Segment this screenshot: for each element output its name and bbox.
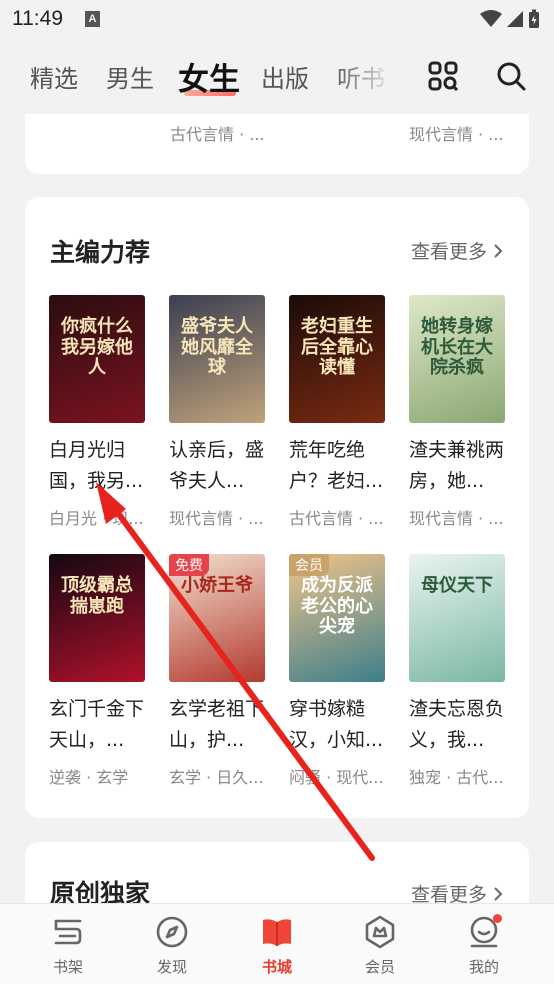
bookstore-icon <box>257 912 297 952</box>
book-tags: 古代言情 · ... <box>289 509 384 528</box>
notification-a-icon: A <box>85 11 100 27</box>
book-cover[interactable]: 成为反派老公的心尖宠 会员 <box>289 554 385 682</box>
bookshelf-icon <box>48 912 88 952</box>
cover-title-art: 母仪天下 <box>421 575 493 596</box>
cover-title-art: 小娇王爷 <box>181 575 253 596</box>
wifi-icon <box>480 10 502 27</box>
bottom-tab-bar: 书架 发现 书城 会员 我的 <box>0 903 554 984</box>
book-tags: 白月光 · 现... <box>49 509 144 528</box>
see-more-label: 查看更多 <box>410 241 487 263</box>
book-tags: 古代言情 · ... <box>170 125 265 144</box>
book-tags: 独宠 · 古代... <box>409 768 504 787</box>
book-item[interactable]: 你疯什么我另嫁他人 白月光归国，我另... 白月光 · 现... <box>49 295 145 529</box>
tab-female-label: 女生 <box>178 61 240 98</box>
cover-badge: 会员 <box>289 554 329 576</box>
vip-icon <box>360 912 400 952</box>
book-title[interactable]: 白月光归国，我另... <box>49 435 149 497</box>
previous-section-card: 古代言情 · ... 现代言情 · ... <box>25 114 529 174</box>
bottom-tab-label: 书城 <box>261 958 292 976</box>
status-icons <box>480 9 540 29</box>
status-time: 11:49 <box>12 7 63 30</box>
book-title[interactable]: 玄门千金下天山，... <box>49 694 149 756</box>
bottom-tab-vip[interactable]: 会员 <box>345 912 415 977</box>
book-tags: 现代言情 · ... <box>169 509 264 528</box>
book-item[interactable]: 小娇王爷 免费 玄学老祖下山，护... 玄学 · 日久... <box>169 554 265 788</box>
tab-male[interactable]: 男生 <box>106 38 154 114</box>
book-cover[interactable]: 小娇王爷 免费 <box>169 554 265 682</box>
bottom-tab-profile[interactable]: 我的 <box>449 912 519 977</box>
bottom-tab-discover[interactable]: 发现 <box>137 912 207 977</box>
cover-title-art: 盛爷夫人她风靡全球 <box>181 316 253 379</box>
bottom-tab-label: 会员 <box>364 958 395 976</box>
book-tags: 现代言情 · ... <box>409 509 504 528</box>
editor-recommend-card: 主编力荐 查看更多 你疯什么我另嫁他人 白月光归国，我另... 白月光 · 现...… <box>25 197 529 818</box>
compass-icon <box>152 912 192 952</box>
top-category-nav: 精选 男生 女生 出版 听书 <box>0 38 554 114</box>
book-cover[interactable]: 她转身嫁机长在大院杀疯 <box>409 295 505 423</box>
section-title: 主编力荐 <box>50 238 151 267</box>
battery-icon <box>529 9 539 28</box>
tab-female[interactable]: 女生 <box>178 38 240 114</box>
book-item[interactable]: 盛爷夫人她风靡全球 认亲后，盛爷夫人... 现代言情 · ... <box>169 295 265 529</box>
status-bar: 11:49 A <box>0 0 554 38</box>
book-title[interactable]: 渣夫兼祧两房，她... <box>409 435 509 497</box>
chevron-right-icon <box>494 886 503 901</box>
cover-title-art: 成为反派老公的心尖宠 <box>301 575 373 638</box>
bottom-tab-bookstore[interactable]: 书城 <box>242 912 312 977</box>
cover-title-art: 她转身嫁机长在大院杀疯 <box>421 316 493 379</box>
bottom-tab-label: 我的 <box>468 958 499 976</box>
book-tags: 逆袭 · 玄学 <box>49 768 129 787</box>
tab-featured[interactable]: 精选 <box>30 38 78 114</box>
book-tags: 现代言情 · ... <box>409 125 504 144</box>
book-title[interactable]: 荒年吃绝户？老妇... <box>289 435 389 497</box>
cover-title-art: 你疯什么我另嫁他人 <box>61 316 133 379</box>
see-more-link[interactable]: 查看更多 <box>411 237 503 264</box>
book-item[interactable]: 她转身嫁机长在大院杀疯 渣夫兼祧两房，她... 现代言情 · ... <box>409 295 505 529</box>
book-cover[interactable]: 顶级霸总揣崽跑 <box>49 554 145 682</box>
profile-icon <box>464 912 504 952</box>
book-title[interactable]: 穿书嫁糙汉，小知... <box>289 694 389 756</box>
book-item[interactable]: 母仪天下 渣夫忘恩负义，我... 独宠 · 古代... <box>409 554 505 788</box>
chevron-right-icon <box>494 243 503 258</box>
cover-badge: 免费 <box>169 554 209 576</box>
book-title[interactable]: 玄学老祖下山，护... <box>169 694 269 756</box>
signal-icon <box>507 11 523 27</box>
book-item[interactable]: 老妇重生后全靠心读懂 荒年吃绝户？老妇... 古代言情 · ... <box>289 295 385 529</box>
book-title[interactable]: 认亲后，盛爷夫人... <box>169 435 269 497</box>
book-item[interactable]: 成为反派老公的心尖宠 会员 穿书嫁糙汉，小知... 闷骚 · 现代... <box>289 554 385 788</box>
cover-title-art: 顶级霸总揣崽跑 <box>61 575 133 617</box>
book-cover[interactable]: 母仪天下 <box>409 554 505 682</box>
category-grid-icon[interactable] <box>423 56 463 96</box>
book-cover[interactable]: 盛爷夫人她风靡全球 <box>169 295 265 423</box>
book-title[interactable]: 渣夫忘恩负义，我... <box>409 694 509 756</box>
book-cover[interactable]: 老妇重生后全靠心读懂 <box>289 295 385 423</box>
book-tags: 闷骚 · 现代... <box>289 768 384 787</box>
bottom-tab-label: 书架 <box>52 958 83 976</box>
search-icon[interactable] <box>491 56 531 96</box>
tab-publish[interactable]: 出版 <box>261 38 309 114</box>
book-item[interactable]: 顶级霸总揣崽跑 玄门千金下天山，... 逆袭 · 玄学 <box>49 554 145 788</box>
cover-title-art: 老妇重生后全靠心读懂 <box>301 316 373 379</box>
tab-scroll-fade <box>332 38 412 114</box>
notification-dot <box>493 914 502 923</box>
book-cover[interactable]: 你疯什么我另嫁他人 <box>49 295 145 423</box>
book-tags: 玄学 · 日久... <box>169 768 264 787</box>
bottom-tab-bookshelf[interactable]: 书架 <box>33 912 103 977</box>
bottom-tab-label: 发现 <box>156 958 187 976</box>
